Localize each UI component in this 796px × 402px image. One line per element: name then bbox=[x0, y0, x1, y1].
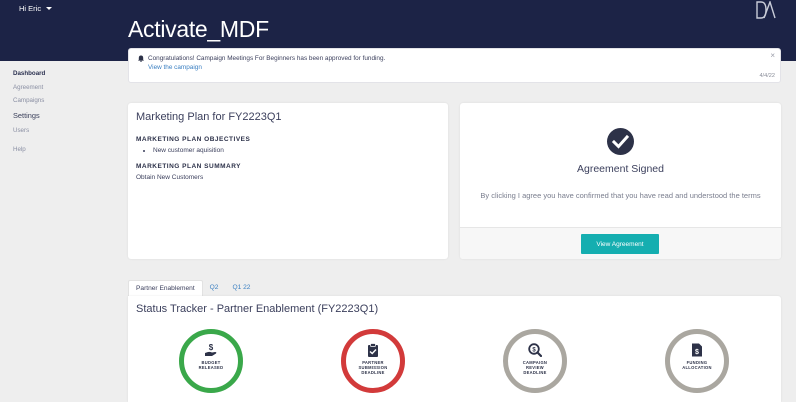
stage-budget-released: $ BUDGET RELEASED bbox=[179, 329, 243, 393]
svg-text:$: $ bbox=[209, 343, 214, 352]
sidebar-item-users[interactable]: Users bbox=[13, 127, 113, 134]
stage-label: PARTNER SUBMISSION DEADLINE bbox=[358, 360, 388, 375]
sidebar-item-dashboard[interactable]: Dashboard bbox=[13, 70, 113, 77]
sidebar-item-agreement[interactable]: Agreement bbox=[13, 84, 113, 91]
svg-text:$: $ bbox=[695, 349, 699, 356]
list-item: New customer aquisition bbox=[153, 147, 224, 154]
tab-q1-22[interactable]: Q1 22 bbox=[225, 280, 257, 297]
view-agreement-button[interactable]: View Agreement bbox=[581, 234, 659, 254]
status-tracker-card: Status Tracker - Partner Enablement (FY2… bbox=[128, 296, 781, 402]
page-title: Activate_MDF bbox=[128, 16, 269, 42]
user-menu[interactable]: Hi Eric bbox=[19, 4, 53, 13]
stage-label: BUDGET RELEASED bbox=[198, 360, 224, 370]
campaign-tabs: Partner Enablement Q2 Q1 22 bbox=[128, 280, 257, 297]
close-icon[interactable]: × bbox=[770, 51, 775, 60]
hand-dollar-icon: $ bbox=[205, 343, 217, 356]
stage-partner-submission-deadline: PARTNER SUBMISSION DEADLINE bbox=[341, 329, 405, 393]
stage-campaign-review-deadline: $ CAMPAIGN REVIEW DEADLINE bbox=[503, 329, 567, 393]
notification-banner: Congratulations! Campaign Meetings For B… bbox=[128, 48, 781, 83]
brand-logo-icon[interactable] bbox=[756, 1, 776, 20]
marketing-plan-card: Marketing Plan for FY2223Q1 MARKETING PL… bbox=[128, 103, 448, 259]
agreement-status-title: Agreement Signed bbox=[577, 163, 664, 175]
check-circle-icon bbox=[607, 128, 634, 155]
sidebar-item-help[interactable]: Help bbox=[13, 146, 113, 153]
status-tracker-title: Status Tracker - Partner Enablement (FY2… bbox=[136, 303, 379, 315]
agreement-card: Agreement Signed By clicking I agree you… bbox=[460, 103, 781, 259]
agreement-card-footer: View Agreement bbox=[460, 227, 781, 259]
caret-down-icon bbox=[46, 7, 53, 10]
document-dollar-icon: $ bbox=[692, 343, 702, 357]
notification-date: 4/4/22 bbox=[759, 73, 775, 79]
stage-label: CAMPAIGN REVIEW DEADLINE bbox=[522, 360, 548, 375]
user-greeting: Hi Eric bbox=[19, 4, 42, 13]
sidebar-nav: Dashboard Agreement Campaigns Settings U… bbox=[13, 70, 113, 160]
bell-icon bbox=[138, 55, 144, 62]
stage-funding-allocation: $ FUNDING ALLOCATION bbox=[665, 329, 729, 393]
summary-text: Obtain New Customers bbox=[136, 174, 204, 181]
tab-q2[interactable]: Q2 bbox=[203, 280, 226, 297]
tab-partner-enablement[interactable]: Partner Enablement bbox=[128, 280, 203, 297]
stage-label: FUNDING ALLOCATION bbox=[682, 360, 712, 370]
clipboard-check-icon bbox=[368, 343, 378, 357]
magnify-dollar-icon: $ bbox=[528, 343, 542, 357]
agreement-description: By clicking I agree you have confirmed t… bbox=[480, 191, 761, 200]
notification-message: Congratulations! Campaign Meetings For B… bbox=[148, 55, 386, 62]
summary-heading: MARKETING PLAN SUMMARY bbox=[136, 163, 242, 170]
view-campaign-link[interactable]: View the campaign bbox=[148, 64, 202, 71]
sidebar-item-settings[interactable]: Settings bbox=[13, 111, 113, 120]
objectives-list: New customer aquisition bbox=[153, 147, 224, 154]
objectives-heading: MARKETING PLAN OBJECTIVES bbox=[136, 136, 251, 143]
marketing-plan-title: Marketing Plan for FY2223Q1 bbox=[136, 111, 282, 123]
sidebar-item-campaigns[interactable]: Campaigns bbox=[13, 97, 113, 104]
